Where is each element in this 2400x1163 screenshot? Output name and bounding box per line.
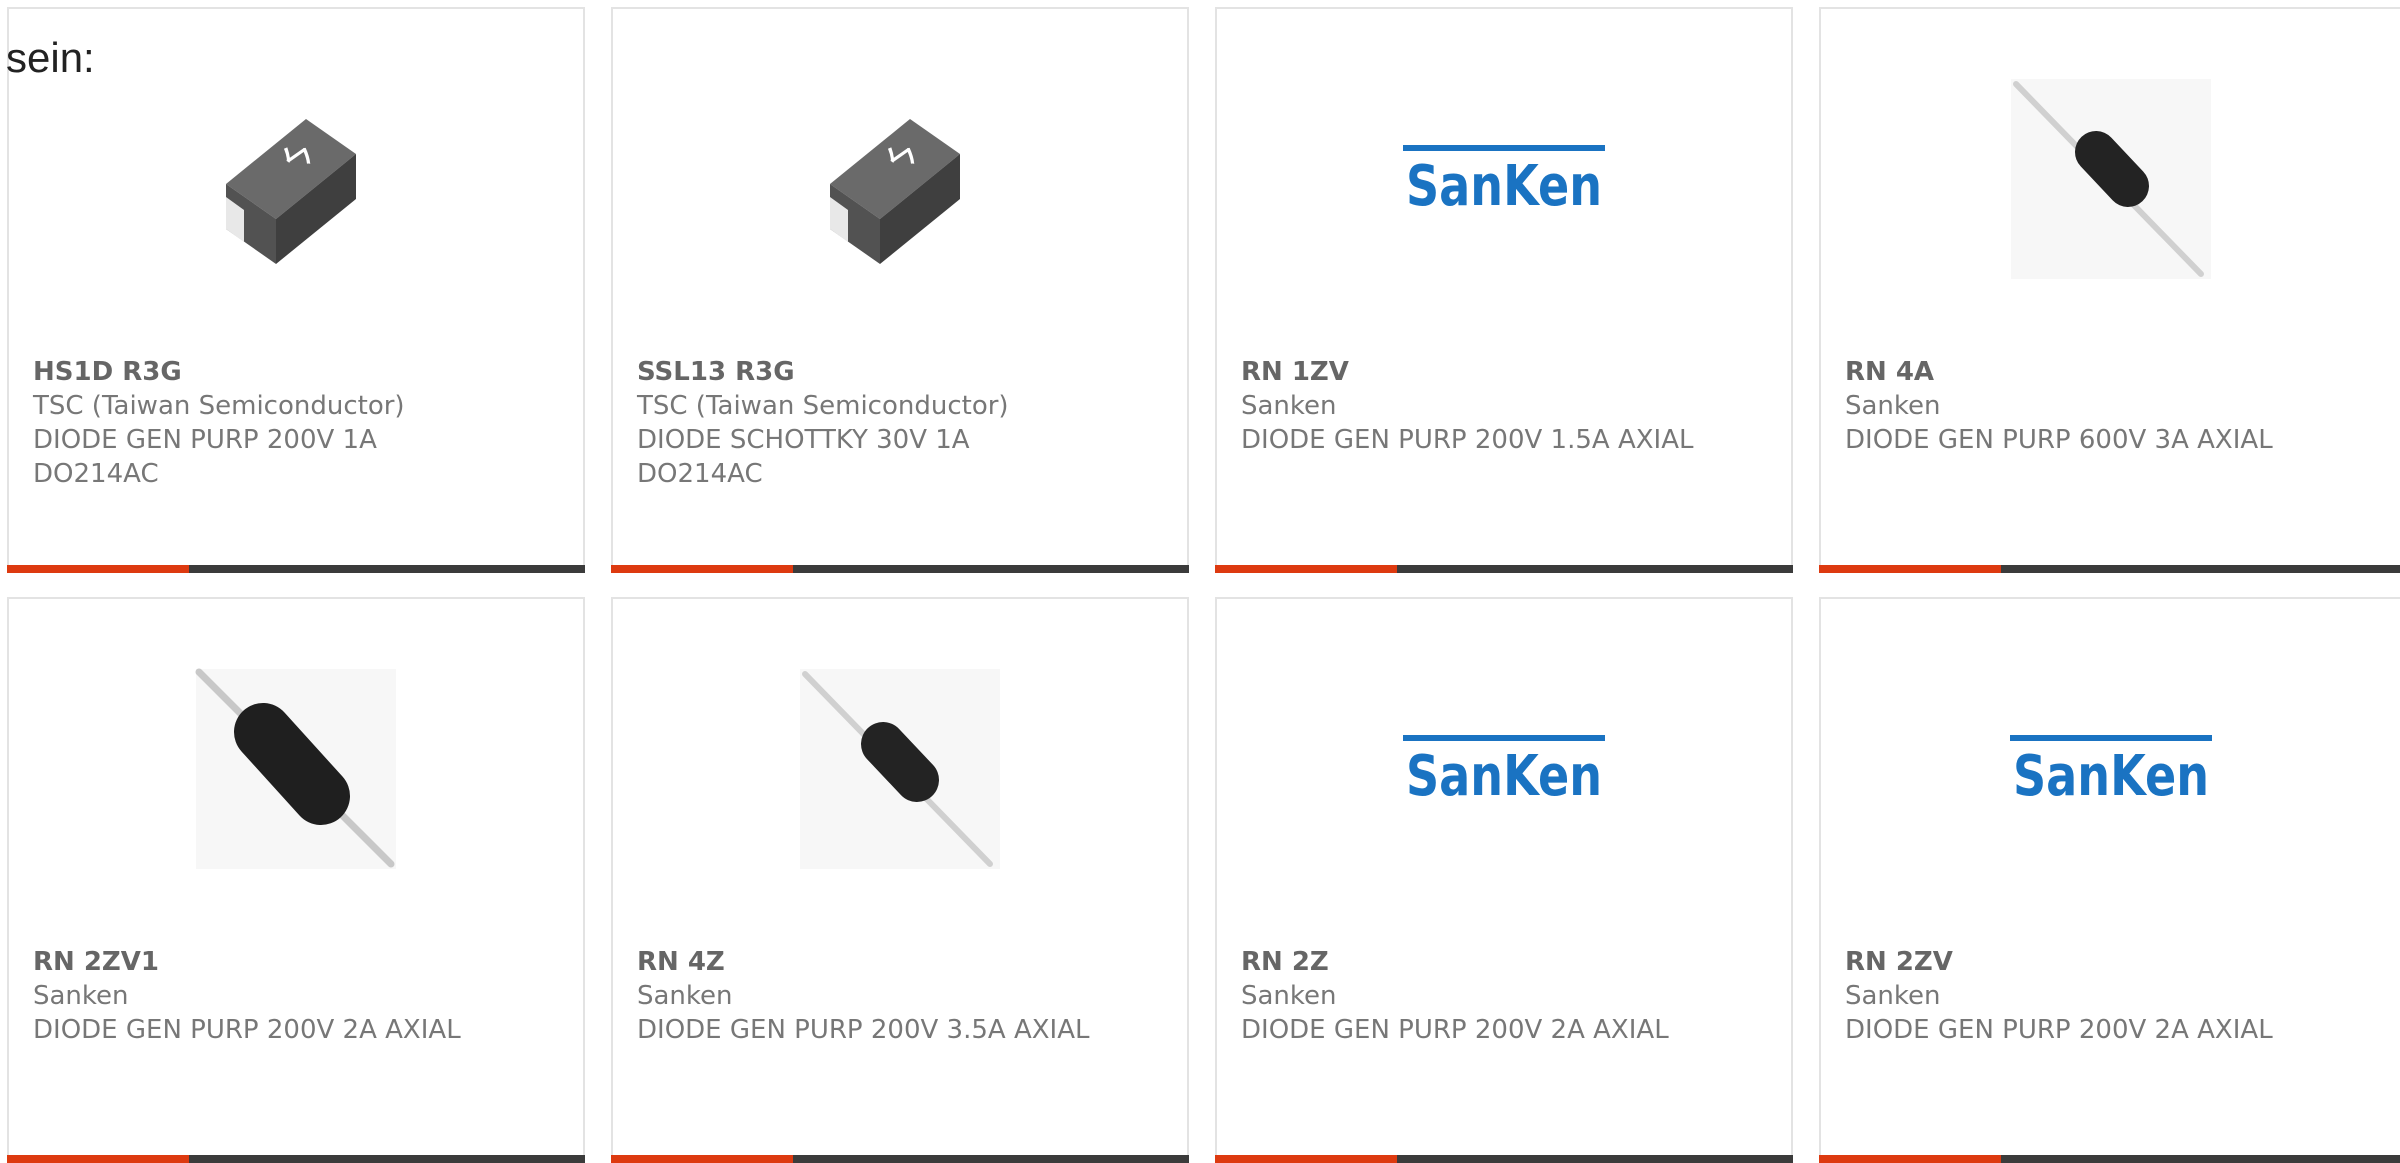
product-card[interactable]: SanKen RN 2ZV Sanken DIODE GEN PURP 200V…	[1819, 597, 2400, 1163]
product-image	[613, 659, 1187, 879]
product-image	[9, 659, 583, 879]
card-accent-bar	[7, 565, 189, 573]
product-card[interactable]: RN 2ZV1 Sanken DIODE GEN PURP 200V 2A AX…	[7, 597, 585, 1163]
card-footer-bar	[1215, 1155, 1793, 1163]
product-card[interactable]: RN 4A Sanken DIODE GEN PURP 600V 3A AXIA…	[1819, 7, 2400, 573]
sanken-logo: SanKen	[1403, 145, 1605, 219]
manufacturer-name: Sanken	[33, 981, 129, 1011]
svg-text:SanKen: SanKen	[2013, 744, 2209, 809]
svg-text:SanKen: SanKen	[1406, 154, 1602, 219]
manufacturer-name: TSC (Taiwan Semiconductor)	[637, 391, 1009, 421]
sanken-logo: SanKen	[2009, 735, 2212, 809]
product-image: ㄣ	[613, 69, 1187, 289]
card-accent-bar	[1215, 1155, 1397, 1163]
intro-text: sein:	[6, 34, 95, 81]
part-number-link[interactable]: HS1D R3G	[33, 355, 559, 389]
manufacturer-name: Sanken	[1241, 981, 1337, 1011]
product-card[interactable]: ㄣ HS1D R3G TSC (Taiwan Semiconductor) DI…	[7, 7, 585, 573]
card-footer-bar	[1819, 565, 2400, 573]
product-image: SanKen	[1217, 69, 1791, 289]
manufacturer-name: Sanken	[1845, 981, 1941, 1011]
part-number-link[interactable]: RN 4A	[1845, 355, 2376, 389]
product-description: DIODE SCHOTTKY 30V 1A DO214AC	[637, 425, 970, 489]
svg-text:SanKen: SanKen	[1406, 744, 1602, 809]
product-description: DIODE GEN PURP 200V 1.5A AXIAL	[1241, 425, 1694, 455]
card-footer-bar	[1215, 565, 1793, 573]
card-accent-bar	[1819, 1155, 2001, 1163]
manufacturer-name: Sanken	[1241, 391, 1337, 421]
manufacturer-name: TSC (Taiwan Semiconductor)	[33, 391, 405, 421]
sanken-logo: SanKen	[1403, 735, 1605, 809]
card-footer-bar	[611, 1155, 1189, 1163]
card-footer-bar	[611, 565, 1189, 573]
axial-diode-icon	[800, 669, 1000, 869]
card-accent-bar	[1819, 565, 2001, 573]
axial-diode-icon	[195, 668, 396, 869]
product-description: DIODE GEN PURP 200V 2A AXIAL	[1845, 1015, 2273, 1045]
product-image: SanKen	[1821, 659, 2400, 879]
product-image: ㄣ	[9, 69, 583, 289]
product-description: DIODE GEN PURP 200V 1A DO214AC	[33, 425, 377, 489]
product-description: DIODE GEN PURP 600V 3A AXIAL	[1845, 425, 2273, 455]
manufacturer-name: Sanken	[1845, 391, 1941, 421]
card-footer-bar	[7, 565, 585, 573]
product-description: DIODE GEN PURP 200V 2A AXIAL	[33, 1015, 461, 1045]
smd-diode-icon: ㄣ	[226, 119, 356, 264]
smd-diode-icon: ㄣ	[830, 119, 960, 264]
part-number-link[interactable]: RN 4Z	[637, 945, 1163, 979]
product-description: DIODE GEN PURP 200V 3.5A AXIAL	[637, 1015, 1090, 1045]
axial-diode-icon	[2010, 79, 2211, 279]
card-accent-bar	[7, 1155, 189, 1163]
part-number-link[interactable]: RN 1ZV	[1241, 355, 1767, 389]
part-number-link[interactable]: SSL13 R3G	[637, 355, 1163, 389]
product-image: SanKen	[1217, 659, 1791, 879]
card-footer-bar	[7, 1155, 585, 1163]
card-accent-bar	[611, 1155, 793, 1163]
card-footer-bar	[1819, 1155, 2400, 1163]
part-number-link[interactable]: RN 2ZV	[1845, 945, 2376, 979]
product-card[interactable]: ㄣ SSL13 R3G TSC (Taiwan Semiconductor) D…	[611, 7, 1189, 573]
part-number-link[interactable]: RN 2Z	[1241, 945, 1767, 979]
product-description: DIODE GEN PURP 200V 2A AXIAL	[1241, 1015, 1669, 1045]
card-accent-bar	[1215, 565, 1397, 573]
product-card[interactable]: SanKen RN 1ZV Sanken DIODE GEN PURP 200V…	[1215, 7, 1793, 573]
part-number-link[interactable]: RN 2ZV1	[33, 945, 559, 979]
product-card[interactable]: RN 4Z Sanken DIODE GEN PURP 200V 3.5A AX…	[611, 597, 1189, 1163]
product-card[interactable]: SanKen RN 2Z Sanken DIODE GEN PURP 200V …	[1215, 597, 1793, 1163]
product-image	[1821, 69, 2400, 289]
manufacturer-name: Sanken	[637, 981, 733, 1011]
card-accent-bar	[611, 565, 793, 573]
